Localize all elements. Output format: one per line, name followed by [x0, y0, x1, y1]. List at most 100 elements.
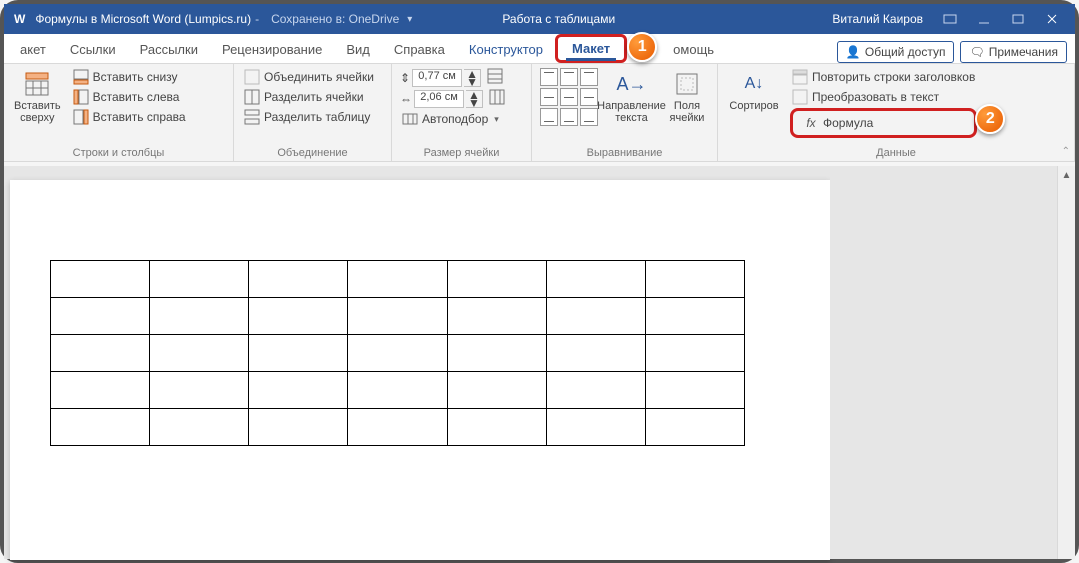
- align-bot-right[interactable]: [580, 108, 598, 126]
- table-cell[interactable]: [348, 335, 447, 372]
- group-merge-label: Объединение: [242, 145, 383, 159]
- table-cell[interactable]: [150, 335, 249, 372]
- merge-cells-button[interactable]: Объединить ячейки: [242, 68, 376, 86]
- table-cell[interactable]: [546, 409, 645, 446]
- vertical-scrollbar[interactable]: ▲: [1057, 166, 1075, 559]
- tab-view[interactable]: Вид: [334, 36, 382, 63]
- sort-button[interactable]: A↓ Сортиров: [726, 68, 782, 114]
- distribute-cols-icon[interactable]: [489, 89, 505, 108]
- save-menu-caret[interactable]: ▾: [407, 14, 412, 25]
- distribute-rows-icon[interactable]: [487, 68, 503, 87]
- table-cell[interactable]: [249, 372, 348, 409]
- insert-left-button[interactable]: Вставить слева: [71, 88, 188, 106]
- align-top-right[interactable]: [580, 68, 598, 86]
- insert-right-button[interactable]: Вставить справа: [71, 108, 188, 126]
- table-row[interactable]: [51, 335, 745, 372]
- table-cell[interactable]: [447, 298, 546, 335]
- table-cell[interactable]: [645, 409, 744, 446]
- table-cell[interactable]: [447, 372, 546, 409]
- insert-below-button[interactable]: Вставить снизу: [71, 68, 188, 86]
- align-bot-left[interactable]: [540, 108, 558, 126]
- row-height-control[interactable]: ⇕ 0,77 см ▲▼: [400, 68, 505, 87]
- comments-icon: 🗨: [969, 45, 984, 59]
- table-cell[interactable]: [249, 409, 348, 446]
- insert-above-button[interactable]: Вставить сверху: [12, 68, 63, 126]
- minimize-icon[interactable]: [967, 4, 1001, 34]
- formula-button[interactable]: fx Формула: [790, 108, 977, 138]
- table-cell[interactable]: [447, 409, 546, 446]
- table-cell[interactable]: [348, 298, 447, 335]
- ribbon: Вставить сверху Вставить снизу Вставить …: [4, 64, 1075, 162]
- table-cell[interactable]: [546, 261, 645, 298]
- align-mid-left[interactable]: [540, 88, 558, 106]
- table-cell[interactable]: [645, 261, 744, 298]
- table-cell[interactable]: [447, 335, 546, 372]
- table-cell[interactable]: [51, 335, 150, 372]
- tab-layout[interactable]: Макет: [555, 34, 627, 63]
- align-top-center[interactable]: [560, 68, 578, 86]
- table-cell[interactable]: [348, 372, 447, 409]
- tab-mailings[interactable]: Рассылки: [128, 36, 210, 63]
- align-bot-center[interactable]: [560, 108, 578, 126]
- row-height-input[interactable]: 0,77 см: [412, 69, 462, 87]
- table-cell[interactable]: [645, 335, 744, 372]
- table-cell[interactable]: [150, 261, 249, 298]
- table-cell[interactable]: [645, 372, 744, 409]
- split-table-button[interactable]: Разделить таблицу: [242, 108, 376, 126]
- table-cell[interactable]: [645, 298, 744, 335]
- word-icon: W: [14, 12, 25, 26]
- ribbon-options-icon[interactable]: [933, 4, 967, 34]
- table-cell[interactable]: [546, 372, 645, 409]
- table-cell[interactable]: [249, 261, 348, 298]
- table-cell[interactable]: [249, 335, 348, 372]
- table-cell[interactable]: [348, 409, 447, 446]
- tab-maket-partial[interactable]: акет: [8, 36, 58, 63]
- align-mid-right[interactable]: [580, 88, 598, 106]
- table-cell[interactable]: [150, 409, 249, 446]
- table-cell[interactable]: [51, 298, 150, 335]
- table-cell[interactable]: [348, 261, 447, 298]
- repeat-header-button[interactable]: Повторить строки заголовков: [790, 68, 977, 86]
- col-width-input[interactable]: 2,06 см: [414, 90, 464, 108]
- table-cell[interactable]: [150, 298, 249, 335]
- table-row[interactable]: [51, 409, 745, 446]
- tab-review[interactable]: Рецензирование: [210, 36, 334, 63]
- table-row[interactable]: [51, 298, 745, 335]
- tab-help[interactable]: Справка: [382, 36, 457, 63]
- table-cell[interactable]: [447, 261, 546, 298]
- tab-help-search-partial[interactable]: омощь: [661, 36, 726, 63]
- table-cell[interactable]: [150, 372, 249, 409]
- table-row[interactable]: [51, 372, 745, 409]
- tab-links[interactable]: Ссылки: [58, 36, 128, 63]
- sort-icon: A↓: [740, 70, 768, 98]
- content-table[interactable]: [50, 260, 745, 446]
- table-cell[interactable]: [51, 261, 150, 298]
- user-name[interactable]: Виталий Каиров: [832, 12, 923, 26]
- share-button[interactable]: 👤 Общий доступ: [837, 41, 955, 63]
- maximize-icon[interactable]: [1001, 4, 1035, 34]
- comments-button[interactable]: 🗨 Примечания: [960, 41, 1067, 63]
- split-cells-button[interactable]: Разделить ячейки: [242, 88, 376, 106]
- close-icon[interactable]: [1035, 4, 1069, 34]
- align-mid-center[interactable]: [560, 88, 578, 106]
- table-cell[interactable]: [51, 372, 150, 409]
- text-direction-button[interactable]: A→ Направление текста: [606, 68, 657, 126]
- table-cell[interactable]: [249, 298, 348, 335]
- page[interactable]: [10, 180, 830, 560]
- autofit-button[interactable]: Автоподбор▾: [400, 110, 505, 128]
- cell-margins-button[interactable]: Поля ячейки: [665, 68, 709, 126]
- table-cell[interactable]: [546, 335, 645, 372]
- width-spinner[interactable]: ▲▼: [466, 90, 483, 108]
- col-width-control[interactable]: ⇔ 2,06 см ▲▼: [400, 89, 505, 108]
- scroll-up-icon[interactable]: ▲: [1062, 170, 1072, 181]
- collapse-ribbon-icon[interactable]: ⌃: [1062, 146, 1070, 157]
- table-cell[interactable]: [546, 298, 645, 335]
- height-spinner[interactable]: ▲▼: [464, 69, 481, 87]
- align-top-left[interactable]: [540, 68, 558, 86]
- share-icon: 👤: [846, 45, 861, 59]
- table-cell[interactable]: [51, 409, 150, 446]
- tab-constructor[interactable]: Конструктор: [457, 36, 555, 63]
- table-row[interactable]: [51, 261, 745, 298]
- convert-text-button[interactable]: Преобразовать в текст: [790, 88, 977, 106]
- saved-location[interactable]: Сохранено в: OneDrive: [271, 12, 399, 26]
